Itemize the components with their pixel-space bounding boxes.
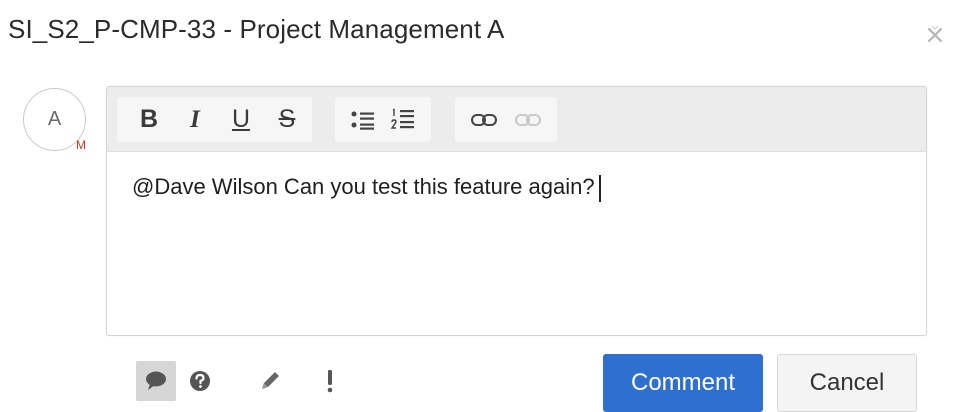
text-caret bbox=[598, 174, 601, 202]
comment-icon bbox=[146, 371, 166, 390]
unlink-button[interactable] bbox=[511, 97, 545, 142]
editor-toolbar: B I U S bbox=[107, 87, 926, 152]
bulleted-list-icon bbox=[351, 111, 374, 130]
cancel-button[interactable]: Cancel bbox=[777, 354, 917, 412]
question-icon bbox=[190, 371, 210, 391]
question-type-button[interactable] bbox=[180, 361, 220, 401]
exclamation-icon bbox=[327, 370, 333, 393]
numbered-list-button[interactable] bbox=[387, 97, 419, 142]
pencil-icon bbox=[262, 372, 279, 389]
avatar: A M bbox=[23, 88, 86, 152]
strikethrough-button[interactable]: S bbox=[271, 97, 303, 142]
comment-button[interactable]: Comment bbox=[603, 354, 763, 412]
comment-text: @Dave Wilson Can you test this feature a… bbox=[132, 174, 595, 199]
bold-button[interactable]: B bbox=[133, 97, 165, 142]
text-format-group: B I U S bbox=[117, 97, 312, 142]
avatar-initial: A bbox=[47, 108, 62, 130]
link-group bbox=[455, 97, 557, 142]
dialog-title: SI_S2_P-CMP-33 - Project Management A bbox=[8, 14, 505, 44]
comment-editor[interactable]: B I U S @Dave Wilson Can you test this f… bbox=[106, 86, 927, 336]
close-button[interactable] bbox=[922, 22, 948, 48]
link-button[interactable] bbox=[467, 97, 501, 142]
editor-content[interactable]: @Dave Wilson Can you test this feature a… bbox=[132, 174, 601, 202]
urgent-type-button[interactable] bbox=[310, 361, 350, 401]
comment-type-button[interactable] bbox=[136, 361, 176, 401]
underline-button[interactable]: U bbox=[225, 97, 257, 142]
bulleted-list-button[interactable] bbox=[347, 97, 379, 142]
list-group bbox=[335, 97, 431, 142]
link-icon bbox=[471, 113, 497, 126]
close-icon bbox=[927, 25, 943, 43]
avatar-subscript: M bbox=[76, 138, 86, 152]
italic-button[interactable]: I bbox=[179, 97, 211, 142]
edit-type-button[interactable] bbox=[250, 361, 290, 401]
numbered-list-icon bbox=[390, 107, 414, 129]
unlink-icon bbox=[515, 113, 541, 126]
